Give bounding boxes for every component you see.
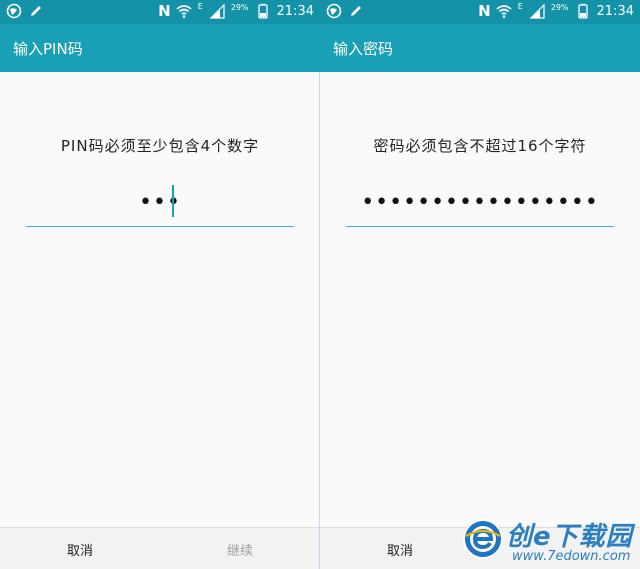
password-requirement-text: 密码必须包含不超过16个字符 (373, 137, 587, 155)
globe-icon (6, 3, 22, 19)
app-bar: 输入密码 (320, 24, 640, 72)
battery-percent: 29% (550, 2, 569, 12)
password-input[interactable]: ••••••••••••••••• (346, 180, 614, 227)
pencil-icon (351, 6, 361, 16)
network-type-label: E (517, 1, 523, 11)
cancel-button[interactable]: 取消 (20, 540, 140, 559)
screen-divider (319, 0, 320, 569)
app-bar: 输入PIN码 (0, 24, 320, 72)
page-title: 输入PIN码 (13, 40, 83, 58)
bottom-action-bar: 取消 继续 (0, 527, 320, 569)
cancel-button[interactable]: 取消 (340, 540, 460, 559)
pin-requirement-text: PIN码必须至少包含4个数字 (60, 137, 260, 155)
nfc-icon: N (478, 2, 491, 20)
globe-icon (326, 3, 342, 19)
nfc-icon: N (158, 2, 171, 20)
password-entry-screen: N E 29% 21:34 输入密码 密码必须包含不超过16个字符 ••••••… (320, 0, 640, 569)
status-time: 21:34 (276, 3, 314, 19)
pin-entry-screen: N E 29% 21:34 输入PIN码 PIN码必须至少包含4个数字 ••• … (0, 0, 320, 569)
password-input-value: ••••••••••••••••• (361, 190, 599, 215)
network-type-label: E (197, 1, 203, 11)
battery-percent: 29% (230, 2, 249, 12)
battery-icon (577, 3, 588, 19)
wifi-icon (496, 5, 512, 18)
battery-icon (257, 3, 268, 19)
wifi-icon (176, 5, 192, 18)
page-title: 输入密码 (333, 40, 394, 58)
pin-input[interactable]: ••• (26, 180, 294, 227)
text-cursor (172, 185, 174, 217)
watermark-url: www.7edown.com (512, 549, 631, 564)
watermark: 创e下载园 www.7edown.com (462, 516, 640, 569)
pin-input-value: ••• (139, 190, 181, 215)
site-logo-icon (463, 519, 503, 559)
signal-icon (209, 3, 225, 19)
status-bar: N E 29% 21:34 (0, 0, 320, 24)
watermark-brand: 创e下载园 (506, 522, 633, 552)
continue-button[interactable]: 继续 (180, 540, 300, 559)
status-bar: N E 29% 21:34 (320, 0, 640, 24)
signal-icon (529, 3, 545, 19)
pencil-icon (31, 6, 41, 16)
status-time: 21:34 (596, 3, 634, 19)
